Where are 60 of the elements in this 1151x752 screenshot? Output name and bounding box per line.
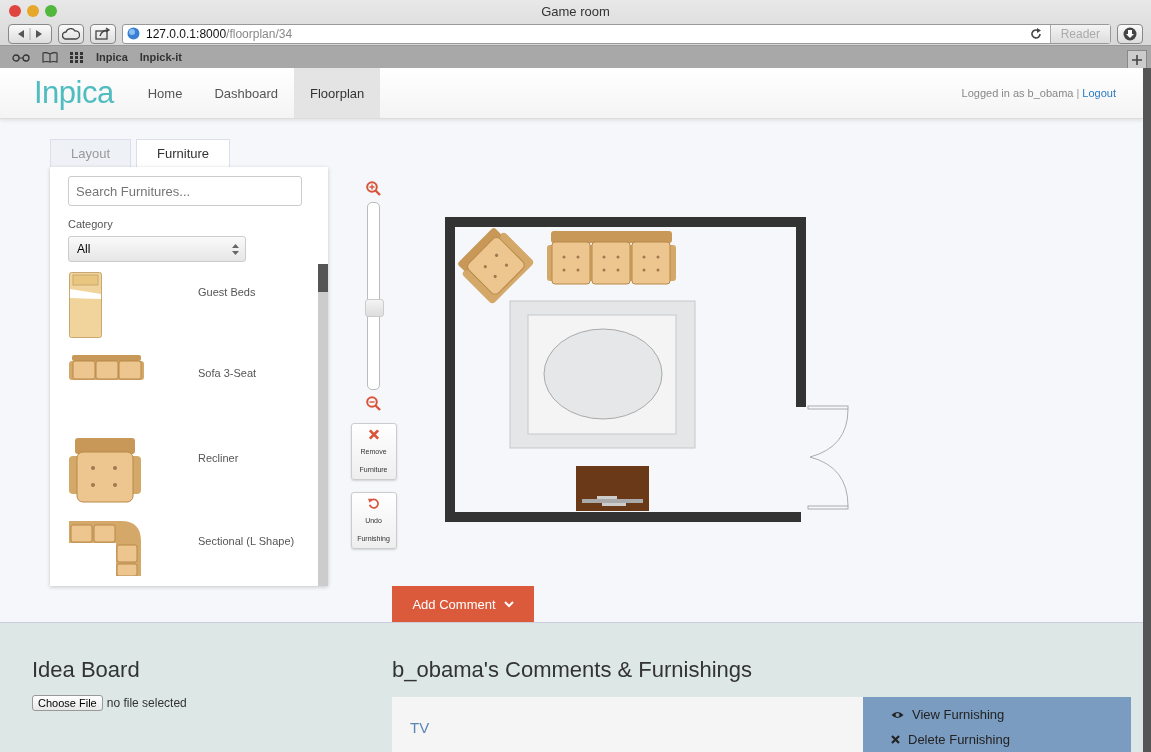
section-heading: b_obama's Comments & Furnishings	[392, 657, 754, 683]
grid-icon[interactable]	[70, 51, 84, 63]
bookmark-link[interactable]: Inpica	[96, 51, 128, 63]
page-scrollbar[interactable]	[1143, 68, 1151, 752]
sectional-sofa-icon[interactable]	[69, 521, 141, 576]
back-forward-button[interactable]	[8, 23, 52, 44]
cloud-button[interactable]	[58, 23, 84, 44]
scrollbar[interactable]	[318, 264, 328, 586]
sofa-icon[interactable]	[69, 355, 144, 380]
add-comment-button[interactable]: Add Comment	[392, 586, 534, 622]
nav-link[interactable]: Dashboard	[198, 68, 295, 118]
share-button[interactable]	[90, 23, 116, 44]
logout-link[interactable]: Logout	[1082, 87, 1116, 99]
chevron-down-icon	[503, 600, 514, 608]
nav-link[interactable]: Home	[131, 68, 199, 118]
x-icon	[891, 735, 900, 744]
zoom-dot[interactable]	[45, 5, 57, 17]
x-icon	[367, 429, 380, 440]
view-furnishing-link[interactable]: View Furnishing	[891, 707, 1131, 722]
new-tab-button[interactable]	[1127, 50, 1147, 68]
bed-icon[interactable]	[69, 272, 102, 338]
login-status: Logged in as b_obama	[961, 87, 1074, 99]
delete-furnishing-link[interactable]: Delete Furnishing	[891, 732, 1131, 747]
furniture-name[interactable]: Recliner	[198, 430, 239, 464]
separator-text: |	[1076, 87, 1080, 99]
armchair[interactable]	[457, 227, 535, 305]
furniture-name[interactable]: Guest Beds	[198, 264, 256, 298]
category-label: Category	[68, 218, 114, 230]
zoom-in-icon[interactable]	[366, 181, 381, 196]
category-select[interactable]: All	[68, 236, 246, 262]
plus-icon	[1132, 54, 1142, 65]
zoom-out-icon[interactable]	[366, 396, 381, 411]
furniture-name[interactable]: Sectional (L Shape)	[198, 513, 295, 547]
cloud-icon	[62, 27, 80, 40]
download-icon	[1123, 26, 1137, 41]
reading-glasses-icon[interactable]	[12, 52, 30, 62]
up-down-arrows-icon	[232, 243, 239, 255]
eye-icon	[891, 710, 904, 719]
minimize-dot[interactable]	[27, 5, 39, 17]
nav-link[interactable]: Floorplan	[294, 68, 381, 118]
reload-icon[interactable]	[1030, 27, 1042, 40]
furniture-name[interactable]: Sofa 3-Seat	[198, 347, 257, 379]
file-status: no file selected	[106, 696, 187, 710]
section-heading: Idea Board	[32, 657, 141, 683]
tv-stand[interactable]	[576, 466, 649, 511]
globe-icon	[127, 27, 140, 40]
close-dot[interactable]	[9, 5, 21, 17]
share-icon	[95, 27, 111, 40]
choose-file-button[interactable]: Choose File	[32, 695, 103, 711]
download-button[interactable]	[1117, 23, 1143, 44]
window-title: Game room	[541, 3, 610, 19]
three-seat-sofa[interactable]	[547, 231, 676, 285]
bookmark-link[interactable]: Inpick-it	[139, 51, 182, 63]
armchair-icon[interactable]	[69, 438, 141, 503]
undo-icon	[367, 498, 380, 509]
slider-handle[interactable]	[365, 299, 384, 318]
address-field[interactable]: 127.0.0.1:8000/floorplan/34 Reader	[122, 23, 1111, 44]
tab[interactable]: Furniture	[136, 139, 231, 167]
book-icon[interactable]	[42, 51, 58, 63]
search-field[interactable]: Search Furnitures...	[68, 176, 302, 206]
